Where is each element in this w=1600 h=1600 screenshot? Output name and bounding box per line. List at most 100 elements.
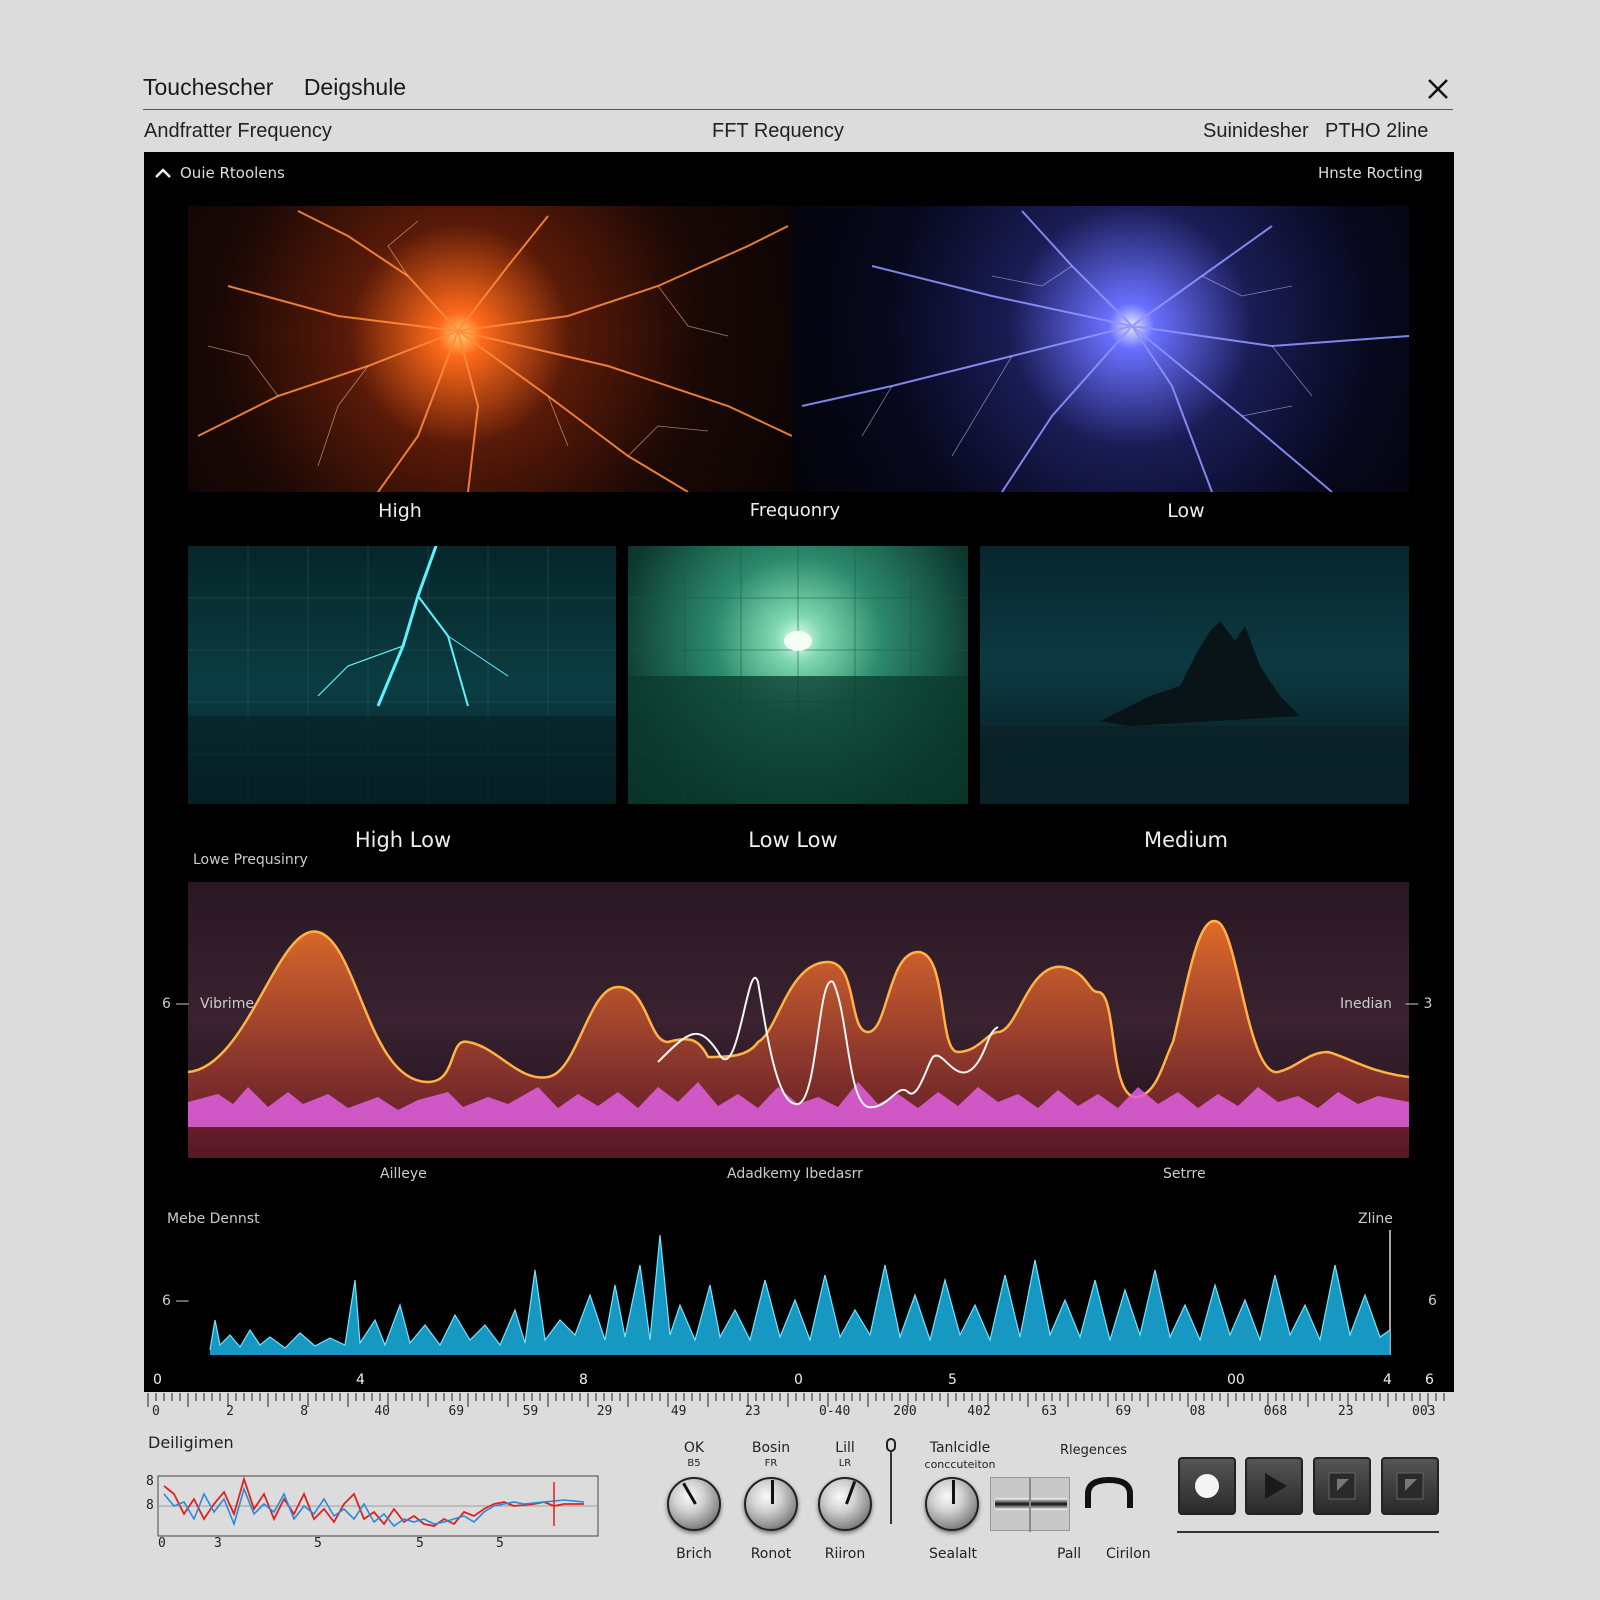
- ruler-label: 003: [1412, 1404, 1436, 1419]
- wave-axis-3: 0: [794, 1372, 803, 1388]
- wave-axis-6: 4: [1383, 1372, 1392, 1388]
- waveform-chart[interactable]: [205, 1225, 1405, 1355]
- ruler-label: 2: [226, 1404, 234, 1419]
- knob-1-bottom: Brich: [676, 1546, 712, 1562]
- record-button[interactable]: [1178, 1457, 1236, 1515]
- cutoff-label: Cirilon: [1106, 1546, 1151, 1562]
- wave-axis-1: 4: [356, 1372, 365, 1388]
- knob-3-pointer: [845, 1480, 857, 1505]
- knob-2-sub: FR: [764, 1458, 778, 1469]
- slider-handle[interactable]: [1029, 1478, 1031, 1532]
- image-label-high-low: High Low: [354, 828, 452, 852]
- ruler-label: 23: [744, 1404, 761, 1419]
- spectrum-chart[interactable]: [188, 882, 1409, 1158]
- knob-1-sub: B5: [687, 1458, 701, 1469]
- ruler-label: 200: [893, 1404, 917, 1419]
- ruler-label: 40: [374, 1404, 390, 1419]
- spectrum-label-left: Ailleye: [380, 1166, 427, 1182]
- spectrum-graph: [188, 919, 1409, 1158]
- stop-icon: [1328, 1472, 1356, 1500]
- collapse-label: Ouie Rtoolens: [180, 164, 285, 182]
- sub-center: FFT Requency: [712, 120, 844, 142]
- spectrum-left-tick-text: 6: [162, 996, 171, 1012]
- spectrum-left-tick: 6 —: [162, 996, 190, 1012]
- ruler-label: 69: [448, 1404, 465, 1419]
- blue-lightning-icon: [801, 210, 1409, 492]
- knob-3-bottom: Riiron: [824, 1546, 866, 1562]
- knob-4-sub: conccuteiton: [924, 1458, 996, 1471]
- sea-sunset-icon: [628, 546, 968, 804]
- mini-chart[interactable]: 8 8 0 3 5 5 5: [144, 1464, 600, 1551]
- mini-chart-title: Deiligimen: [148, 1433, 234, 1452]
- spectrum-left-label: Vibrime: [200, 996, 254, 1012]
- chevron-up-icon: [155, 168, 171, 178]
- mode-switch[interactable]: [1082, 1476, 1136, 1510]
- wave-axis-5: 00: [1227, 1372, 1245, 1388]
- waveform-graph: [209, 1230, 1391, 1355]
- spectrum-right-tick-text: 3: [1423, 996, 1433, 1012]
- mini-x-1: 3: [214, 1536, 222, 1551]
- image-label-low: Low: [1167, 500, 1205, 522]
- sub-right-a: Suinidesher: [1203, 120, 1309, 142]
- wave-axis-2: 8: [579, 1372, 588, 1388]
- cyan-lightning-icon: [188, 546, 616, 804]
- wave-axis-4: 5: [948, 1372, 957, 1388]
- ruler-label: 29: [596, 1404, 613, 1419]
- image-label-high: High: [378, 500, 422, 522]
- window-title: Touchescher Deigshule: [143, 74, 430, 101]
- high-frequency-image[interactable]: [188, 206, 792, 492]
- knob-4-top: Tanlcidle: [929, 1440, 991, 1456]
- close-button[interactable]: [1425, 76, 1451, 102]
- ruler-label: 69: [1115, 1404, 1132, 1419]
- spectrum-label-center: Adadkemy Ibedasrr: [727, 1166, 863, 1182]
- knob-2-bottom: Ronot: [750, 1546, 792, 1562]
- knob-1-top: OK: [683, 1440, 705, 1456]
- spectrum-right-label: Inedian: [1340, 996, 1392, 1012]
- knob-4[interactable]: [925, 1477, 979, 1531]
- ruler-label: 8: [300, 1404, 309, 1419]
- slider-track: [995, 1498, 1067, 1510]
- low-frequency-image[interactable]: [792, 206, 1409, 492]
- knob-3[interactable]: [818, 1477, 872, 1531]
- frequency-label: Rlegences: [1060, 1443, 1128, 1458]
- wave-axis-7: 6: [1425, 1372, 1434, 1388]
- mini-x-0: 0: [158, 1536, 166, 1551]
- title-divider: [143, 109, 1453, 110]
- knob-2[interactable]: [744, 1477, 798, 1531]
- top-right-label: Hnste Rocting: [1318, 164, 1423, 182]
- sub-left: Andfratter Frequency: [144, 120, 332, 142]
- knob-4-bottom: Sealalt: [929, 1546, 977, 1562]
- pause-icon: [1396, 1472, 1424, 1500]
- ruler-labels: 0 2 8 40 69 59 29 49 23 0-40 200 402 63 69 08 068 23 003: [144, 1404, 1454, 1422]
- knob-1-pointer: [682, 1482, 697, 1505]
- wave-axis-0: 0: [153, 1372, 162, 1388]
- ruler-label: 0: [152, 1404, 160, 1419]
- image-label-frequency: Frequonry: [749, 500, 841, 521]
- part-label: Pall: [1057, 1546, 1082, 1562]
- frequency-slider[interactable]: [990, 1477, 1070, 1532]
- ruler-label: 08: [1189, 1404, 1206, 1419]
- waveform-left-tick: 6 —: [162, 1293, 190, 1309]
- sub-right-b: PTHO 2line: [1325, 120, 1429, 142]
- medium-image[interactable]: [980, 546, 1409, 804]
- high-low-image[interactable]: [188, 546, 616, 804]
- knob-1[interactable]: [667, 1477, 721, 1531]
- ruler-label: 068: [1263, 1404, 1288, 1419]
- image-label-medium: Medium: [1144, 828, 1228, 852]
- mini-chart-graph: [157, 1475, 599, 1537]
- mini-y-1: 8: [146, 1498, 154, 1513]
- ruler-label: 0-40: [819, 1404, 851, 1419]
- indicator-led-icon: [886, 1438, 896, 1452]
- low-low-image[interactable]: [628, 546, 968, 804]
- stop-button[interactable]: [1313, 1457, 1371, 1515]
- collapse-toggle[interactable]: Ouie Rtoolens: [154, 164, 285, 182]
- pause-button[interactable]: [1381, 1457, 1439, 1515]
- spectrum-right-tick: — 3: [1405, 996, 1433, 1012]
- orange-lightning-icon: [197, 210, 792, 492]
- ruler-label: 63: [1041, 1404, 1058, 1419]
- mini-x-4: 5: [496, 1536, 504, 1551]
- knob-2-pointer: [771, 1480, 774, 1504]
- knob-divider: [890, 1452, 892, 1524]
- knob-4-pointer: [952, 1480, 955, 1504]
- play-button[interactable]: [1245, 1457, 1303, 1515]
